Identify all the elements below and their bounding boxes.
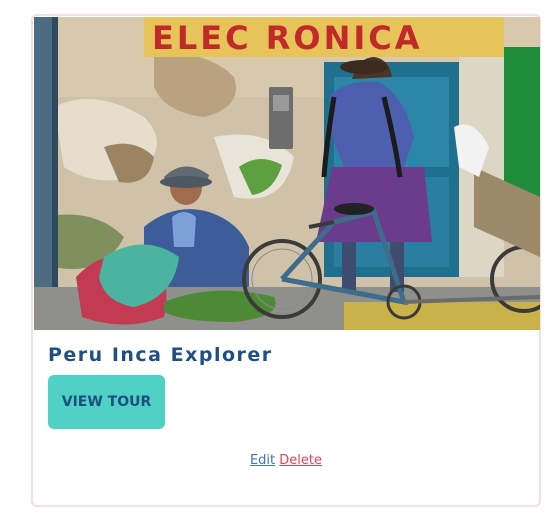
edit-link[interactable]: Edit [250, 453, 275, 468]
card-actions: Edit Delete [33, 453, 539, 468]
view-tour-button[interactable]: VIEW TOUR [48, 375, 165, 429]
delete-link[interactable]: Delete [279, 453, 322, 468]
tour-card: ELEC RONICA Peru Inca Explorer VIEW TOUR… [31, 14, 541, 507]
sign-text: ELEC RONICA [152, 19, 423, 57]
tour-photo: ELEC RONICA [34, 17, 540, 330]
tour-title: Peru Inca Explorer [48, 344, 273, 366]
